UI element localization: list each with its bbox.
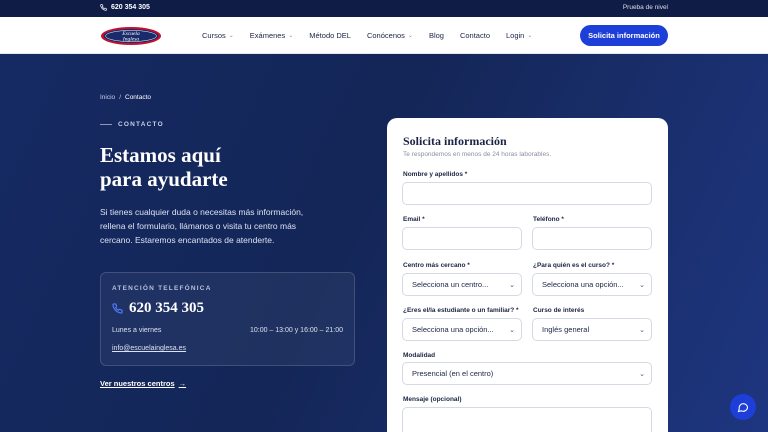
contact-form-card: Solicita información Te respondemos en m… — [387, 118, 668, 432]
chevron-down-icon: ⌄ — [407, 33, 413, 39]
logo[interactable]: Escuela Inglesa — [100, 26, 162, 46]
phone-icon — [100, 4, 107, 11]
chevron-down-icon: ⌄ — [527, 33, 533, 39]
top-bar: 620 354 305 Prueba de nivel — [0, 0, 768, 17]
nav-label: Contacto — [459, 31, 490, 40]
eyebrow-line — [100, 124, 112, 125]
nav-menu: Cursos ⌄ Exámenes ⌄ Método DEL Conócenos ⌄ … — [202, 17, 548, 54]
course-select[interactable]: Inglés general ⌄ — [532, 318, 652, 341]
chat-widget-button[interactable] — [730, 394, 756, 420]
opening-days: Lunes a viernes — [112, 327, 162, 334]
nav-label: Login — [506, 31, 525, 40]
nav-item-login[interactable]: Login ⌄ — [506, 31, 532, 40]
breadcrumb-current: Contacto — [125, 94, 152, 101]
title-line-1: Estamos aquí — [100, 143, 221, 167]
chevron-down-icon: ⌄ — [288, 33, 294, 39]
modality-select-value: Presencial (en el centro) — [412, 369, 494, 378]
phone-label: Teléfono * — [533, 216, 564, 223]
intro-text: Si tienes cualquier duda o necesitas más… — [100, 207, 304, 245]
phone-card-label: ATENCIÓN TELEFÓNICA — [112, 285, 212, 292]
email-label: Email * — [403, 216, 425, 223]
nav-label: Exámenes — [249, 31, 286, 40]
message-label: Mensaje (opcional) — [403, 396, 462, 403]
chat-icon — [737, 403, 749, 413]
breadcrumb: Inicio / Contacto — [100, 94, 151, 101]
relation-label: ¿Eres el/la estudiante o un familiar? * — [403, 307, 519, 314]
center-select[interactable]: Selecciona un centro... ⌄ — [402, 273, 522, 296]
center-select-value: Selecciona un centro... — [412, 280, 489, 289]
center-label: Centro más cercano * — [403, 262, 470, 269]
chevron-down-icon: ⌄ — [228, 33, 234, 39]
nav-item-blog[interactable]: Blog — [429, 31, 444, 40]
top-phone-number: 620 354 305 — [111, 4, 150, 11]
name-label: Nombre y apellidos * — [403, 171, 468, 178]
course-select-value: Inglés general — [542, 325, 590, 334]
top-phone[interactable]: 620 354 305 — [100, 4, 150, 11]
modality-label: Modalidad — [403, 352, 436, 359]
breadcrumb-separator: / — [119, 94, 121, 101]
phone-number-text: 620 354 305 — [129, 300, 204, 316]
level-test-link[interactable]: Prueba de nivel — [623, 4, 668, 11]
nav-item-contacto[interactable]: Contacto — [460, 31, 490, 40]
contact-email-link[interactable]: info@escuelainglesa.es — [112, 345, 186, 352]
breadcrumb-home[interactable]: Inicio — [100, 94, 115, 101]
arrow-right-icon: → — [178, 379, 187, 388]
phone-icon — [112, 303, 123, 314]
nav-label: Blog — [428, 31, 444, 40]
page-title: Estamos aquí para ayudarte — [100, 143, 320, 191]
chevron-down-icon: ⌄ — [639, 327, 645, 334]
for-whom-label: ¿Para quién es el curso? * — [533, 262, 615, 269]
nav-item-conocenos[interactable]: Conócenos ⌄ — [367, 31, 413, 40]
relation-select[interactable]: Selecciona una opción... ⌄ — [402, 318, 522, 341]
request-info-button[interactable]: Solicita información — [580, 25, 668, 46]
nav-label: Método DEL — [309, 31, 351, 40]
phone-card-number[interactable]: 620 354 305 — [112, 300, 204, 317]
title-line-2: para ayudarte — [100, 167, 228, 191]
eyebrow-text: CONTACTO — [118, 121, 164, 128]
for-whom-select[interactable]: Selecciona una opción... ⌄ — [532, 273, 652, 296]
eyebrow: CONTACTO — [100, 121, 164, 128]
nav-item-metodo-del[interactable]: Método DEL — [309, 31, 351, 40]
opening-hours: 10:00 – 13:00 y 16:00 – 21:00 — [249, 327, 343, 334]
form-title: Solicita información — [403, 134, 507, 148]
view-centers-link[interactable]: Ver nuestros centros → — [100, 379, 186, 388]
modality-select[interactable]: Presencial (en el centro) ⌄ — [402, 362, 652, 385]
email-field[interactable] — [402, 227, 522, 250]
for-whom-select-value: Selecciona una opción... — [542, 280, 624, 289]
name-field[interactable] — [402, 182, 652, 205]
nav-item-cursos[interactable]: Cursos ⌄ — [202, 31, 234, 40]
form-subtitle: Te respondemos en menos de 24 horas labo… — [403, 151, 552, 158]
chevron-down-icon: ⌄ — [509, 282, 515, 289]
hero-section: Inicio / Contacto CONTACTO Estamos aquí … — [0, 54, 768, 432]
message-textarea[interactable] — [402, 407, 652, 432]
logo-text-2: Inglesa — [122, 37, 139, 43]
view-centers-label: Ver nuestros centros — [100, 379, 175, 388]
course-label: Curso de interés — [533, 307, 585, 314]
relation-select-value: Selecciona una opción... — [412, 325, 494, 334]
nav-label: Cursos — [202, 31, 226, 40]
chevron-down-icon: ⌄ — [509, 327, 515, 334]
nav-label: Conócenos — [366, 31, 405, 40]
chevron-down-icon: ⌄ — [639, 371, 645, 378]
phone-support-card: ATENCIÓN TELEFÓNICA 620 354 305 Lunes a … — [100, 272, 355, 366]
nav-item-examenes[interactable]: Exámenes ⌄ — [250, 31, 293, 40]
main-navbar: Escuela Inglesa Cursos ⌄ Exámenes ⌄ Método… — [0, 17, 768, 54]
chevron-down-icon: ⌄ — [639, 282, 645, 289]
phone-field[interactable] — [532, 227, 652, 250]
